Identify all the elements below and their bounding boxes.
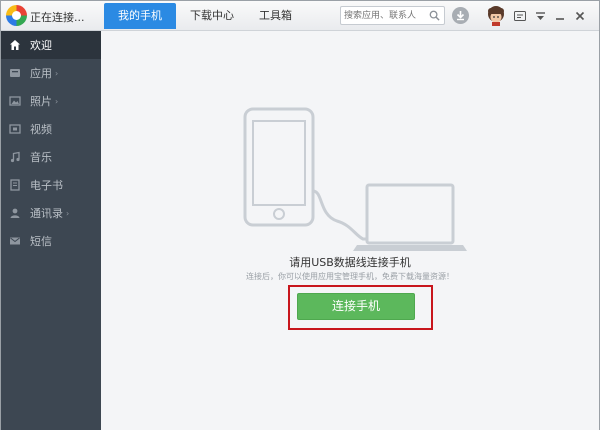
tab-my-phone[interactable]: 我的手机	[104, 3, 176, 29]
sidebar-item-label: 音乐	[30, 151, 52, 164]
main-tabs: 我的手机 下载中心 工具箱	[104, 3, 306, 31]
connection-status: 正在连接...	[30, 11, 85, 24]
chevron-right-icon: ›	[66, 208, 70, 218]
sidebar-item-apps[interactable]: 应用 ›	[1, 59, 101, 87]
sidebar-item-label: 视频	[30, 123, 52, 136]
minimize-icon[interactable]	[553, 9, 567, 23]
sms-icon	[9, 235, 21, 247]
phone-icon	[243, 107, 315, 227]
sidebar: 欢迎 应用 › 照片 › 视频 音乐 电子书 通讯录 › 短信	[1, 31, 101, 430]
tab-toolbox[interactable]: 工具箱	[248, 3, 303, 29]
sidebar-item-welcome[interactable]: 欢迎	[1, 31, 101, 59]
sidebar-item-sms[interactable]: 短信	[1, 227, 101, 255]
main-panel: 请用USB数据线连接手机 连接后，你可以使用应用宝管理手机，免费下载海量资源！ …	[101, 31, 599, 430]
apps-icon	[9, 67, 21, 79]
title-bar: 正在连接... 我的手机 下载中心 工具箱	[1, 1, 599, 31]
message-icon[interactable]	[513, 9, 527, 23]
menu-dropdown-icon[interactable]	[533, 9, 547, 23]
sidebar-item-label: 短信	[30, 235, 52, 248]
sidebar-item-contacts[interactable]: 通讯录 ›	[1, 199, 101, 227]
sidebar-item-ebooks[interactable]: 电子书	[1, 171, 101, 199]
connect-prompt-title: 请用USB数据线连接手机	[289, 256, 411, 269]
ebook-icon	[9, 179, 21, 191]
close-icon[interactable]	[573, 9, 587, 23]
sidebar-item-label: 欢迎	[30, 39, 52, 52]
phone-to-laptop-illustration	[243, 107, 467, 251]
music-icon	[9, 151, 21, 163]
tab-download-center[interactable]: 下载中心	[179, 3, 245, 29]
download-icon[interactable]	[452, 7, 469, 24]
sidebar-item-videos[interactable]: 视频	[1, 115, 101, 143]
chevron-right-icon: ›	[55, 68, 59, 78]
connect-prompt-subtitle: 连接后，你可以使用应用宝管理手机，免费下载海量资源！	[246, 272, 454, 281]
sidebar-item-label: 通讯录	[30, 207, 63, 220]
sidebar-item-photos[interactable]: 照片 ›	[1, 87, 101, 115]
contacts-icon	[9, 207, 21, 219]
sidebar-item-label: 应用	[30, 67, 52, 80]
sidebar-item-label: 照片	[30, 95, 52, 108]
sidebar-item-music[interactable]: 音乐	[1, 143, 101, 171]
laptop-icon	[353, 183, 467, 251]
connect-phone-button[interactable]: 连接手机	[297, 293, 415, 320]
sidebar-item-label: 电子书	[30, 179, 63, 192]
window-controls	[513, 9, 593, 23]
search-icon[interactable]	[429, 10, 440, 21]
search-input[interactable]	[344, 8, 426, 23]
photo-icon	[9, 95, 21, 107]
home-icon	[9, 39, 21, 51]
app-logo-icon	[6, 5, 27, 26]
search-box	[340, 6, 445, 25]
video-icon	[9, 123, 21, 135]
chevron-right-icon: ›	[55, 96, 59, 106]
user-avatar-icon[interactable]	[486, 5, 506, 26]
app-window: 正在连接... 我的手机 下载中心 工具箱 搜索应用、联系人 欢迎 应用 › 照…	[0, 0, 600, 430]
usb-cable-icon	[312, 189, 367, 241]
